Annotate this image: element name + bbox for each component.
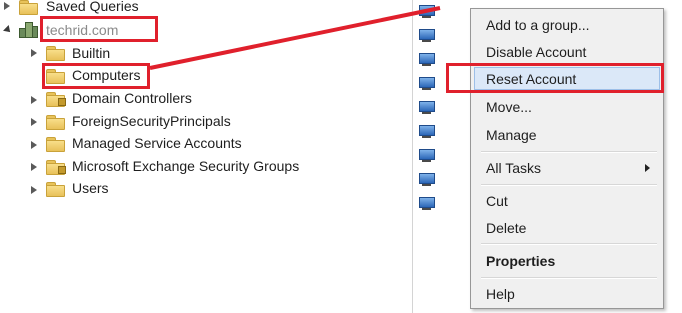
annotation-line <box>149 6 441 70</box>
annotation-connector-line <box>149 6 441 70</box>
